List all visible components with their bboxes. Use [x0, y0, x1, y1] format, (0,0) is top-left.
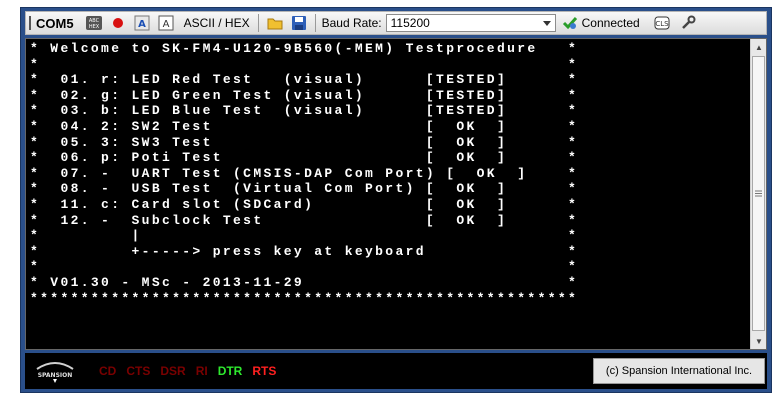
settings-wrench-icon[interactable]: [680, 15, 696, 31]
connected-check-icon: [562, 15, 578, 31]
signal-dtr: DTR: [217, 364, 243, 378]
port-name[interactable]: COM5: [36, 16, 74, 31]
terminal-output[interactable]: * Welcome to SK-FM4-U120-9B560(-MEM) Tes…: [25, 38, 767, 350]
svg-text:HEX: HEX: [88, 24, 99, 30]
signal-rts: RTS: [252, 364, 277, 378]
dropdown-arrow-icon[interactable]: [542, 16, 551, 30]
baud-rate-label: Baud Rate:: [321, 16, 382, 30]
modem-signals: CD CTS DSR RI DTR RTS: [99, 364, 286, 378]
vertical-scrollbar[interactable]: ▲ ▼: [750, 39, 766, 349]
scroll-down-icon[interactable]: ▼: [751, 333, 767, 349]
baud-rate-value: 115200: [390, 16, 430, 30]
signal-ri: RI: [195, 364, 208, 378]
terminal-line: * 02. g: LED Green Test (visual) [TESTED…: [30, 87, 579, 103]
spansion-logo: SPANSION: [33, 357, 77, 385]
terminal-line: * *: [30, 56, 579, 72]
svg-text:A: A: [162, 19, 169, 30]
svg-text:A: A: [138, 19, 146, 30]
status-bar: SPANSION CD CTS DSR RI DTR RTS (c) Spansion I…: [25, 353, 767, 389]
terminal-window: COM5 ABC HEX A A ASCII / HEX Baud Rate: 1…: [20, 7, 772, 393]
terminal-line: * *: [30, 259, 579, 275]
signal-cts: CTS: [126, 364, 151, 378]
hex-toggle-icon[interactable]: ABC HEX: [85, 15, 102, 31]
terminal-line: * V01.30 - MSc - 2013-11-29 *: [30, 274, 579, 290]
terminal-line: * Welcome to SK-FM4-U120-9B560(-MEM) Tes…: [30, 41, 579, 56]
terminal-line: * 05. 3: SW3 Test [ OK ] *: [30, 134, 579, 150]
terminal-line: * 04. 2: SW2 Test [ OK ] *: [30, 118, 579, 134]
terminal-line: * 08. - USB Test (Virtual Com Port) [ OK…: [30, 181, 579, 197]
open-folder-icon[interactable]: [267, 15, 283, 31]
terminal-line: * +-----> press key at keyboard *: [30, 243, 579, 259]
terminal-line: * 12. - Subclock Test [ OK ] *: [30, 212, 579, 228]
separator: [257, 14, 259, 32]
toolbar: COM5 ABC HEX A A ASCII / HEX Baud Rate: 1…: [25, 11, 767, 35]
terminal-line: * 03. b: LED Blue Test (visual) [TESTED]…: [30, 103, 579, 119]
terminal-line: * 07. - UART Test (CMSIS-DAP Com Port) […: [30, 165, 579, 181]
abc-font-icon[interactable]: A: [134, 15, 150, 31]
connection-status[interactable]: Connected: [582, 16, 640, 30]
logo-text: SPANSION: [38, 372, 73, 379]
record-dot-icon[interactable]: [110, 15, 126, 31]
scrollbar-thumb[interactable]: [752, 56, 765, 331]
separator: [314, 14, 316, 32]
terminal-line: * 01. r: LED Red Test (visual) [TESTED] …: [30, 72, 579, 88]
port-icon: [28, 15, 32, 31]
a-letter-icon[interactable]: A: [158, 15, 174, 31]
copyright-text: (c) Spansion International Inc.: [605, 365, 753, 377]
terminal-text: * Welcome to SK-FM4-U120-9B560(-MEM) Tes…: [30, 41, 578, 306]
scroll-up-icon[interactable]: ▲: [751, 39, 767, 55]
terminal-line: * 11. c: Card slot (SDCard) [ OK ] *: [30, 196, 579, 212]
signal-cd: CD: [99, 364, 117, 378]
terminal-line: ****************************************…: [30, 290, 579, 306]
signal-dsr: DSR: [160, 364, 186, 378]
clear-screen-icon[interactable]: CLS: [654, 15, 670, 31]
mode-label[interactable]: ASCII / HEX: [184, 16, 250, 30]
svg-text:CLS: CLS: [655, 20, 669, 28]
copyright-box: (c) Spansion International Inc.: [593, 358, 765, 384]
terminal-line: * | *: [30, 228, 579, 244]
baud-rate-select[interactable]: 115200: [385, 14, 556, 32]
terminal-line: * 06. p: Poti Test [ OK ] *: [30, 150, 579, 166]
save-disk-icon[interactable]: [291, 15, 307, 31]
